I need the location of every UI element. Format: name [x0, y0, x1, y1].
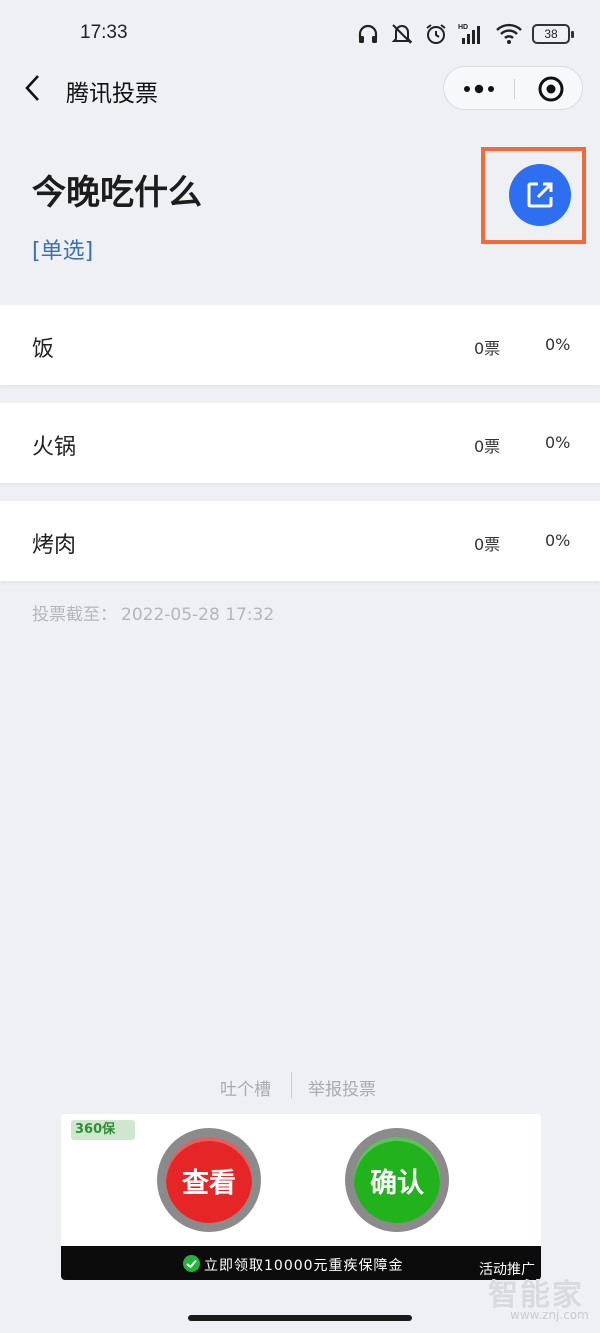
- vote-option[interactable]: 火锅 0票 0%: [0, 403, 600, 483]
- option-label: 烤肉: [32, 533, 77, 558]
- option-votes: 0票: [474, 437, 501, 456]
- back-button[interactable]: [20, 72, 46, 104]
- watermark: 智能家 www.znj.com: [488, 1270, 596, 1328]
- ad-logo: 360保: [67, 1120, 139, 1140]
- battery-icon: 38: [532, 24, 574, 44]
- more-button[interactable]: [444, 67, 514, 111]
- vote-deadline: 投票截至： 2022-05-28 17:32: [32, 600, 274, 625]
- ad-view-label: 查看: [166, 1137, 252, 1223]
- menu-capsule: [443, 66, 583, 110]
- watermark-url: www.znj.com: [510, 1308, 589, 1322]
- footer-links: 吐个槽 举报投票: [0, 1072, 600, 1102]
- deadline-value: 2022-05-28 17:32: [121, 605, 275, 625]
- nav-bar: 腾讯投票: [0, 66, 600, 110]
- status-icons: HD 38: [356, 20, 574, 48]
- svg-text:HD: HD: [458, 24, 468, 31]
- option-votes: 0票: [474, 339, 501, 358]
- ad-banner[interactable]: 360保 查看 确认 立即领取10000元重疾保障金 活动推广: [61, 1114, 541, 1280]
- status-bar: 17:33 HD 38: [0, 0, 600, 66]
- complain-link[interactable]: 吐个槽: [220, 1075, 271, 1100]
- headphones-icon: [356, 22, 380, 46]
- share-button[interactable]: [509, 164, 571, 226]
- vote-option[interactable]: 饭 0票 0%: [0, 305, 600, 385]
- option-percent: 0%: [545, 433, 571, 452]
- more-dots-icon: [464, 84, 494, 94]
- alarm-icon: [424, 22, 448, 46]
- footer-divider: [291, 1072, 292, 1098]
- option-votes: 0票: [474, 535, 501, 554]
- report-vote-link[interactable]: 举报投票: [308, 1075, 376, 1100]
- external-link-icon: [527, 182, 553, 208]
- ad-logo-text: 360保: [71, 1120, 135, 1140]
- ad-confirm-button[interactable]: 确认: [345, 1128, 449, 1232]
- close-miniprogram-button[interactable]: [515, 67, 584, 111]
- wifi-icon: [496, 23, 522, 45]
- check-circle-icon: [183, 1255, 200, 1272]
- ad-caption: 立即领取10000元重疾保障金: [204, 1258, 404, 1274]
- status-time: 17:33: [80, 22, 128, 43]
- option-percent: 0%: [545, 335, 571, 354]
- option-label: 火锅: [32, 435, 77, 460]
- deadline-label: 投票截至：: [32, 605, 117, 625]
- vote-type-label: [单选]: [32, 239, 94, 264]
- hd-signal-icon: HD: [458, 22, 486, 46]
- option-percent: 0%: [545, 531, 571, 550]
- ad-confirm-label: 确认: [354, 1137, 440, 1223]
- ad-view-button[interactable]: 查看: [157, 1128, 261, 1232]
- chevron-left-icon: [25, 75, 39, 101]
- target-circle-icon: [538, 76, 564, 102]
- home-indicator[interactable]: [188, 1315, 412, 1321]
- vote-option[interactable]: 烤肉 0票 0%: [0, 501, 600, 581]
- ad-caption-bar: 立即领取10000元重疾保障金 活动推广: [61, 1246, 541, 1280]
- option-label: 饭: [32, 337, 55, 362]
- vote-title: 今晚吃什么: [32, 173, 202, 213]
- page-title: 腾讯投票: [66, 81, 158, 107]
- mute-icon: [390, 22, 414, 46]
